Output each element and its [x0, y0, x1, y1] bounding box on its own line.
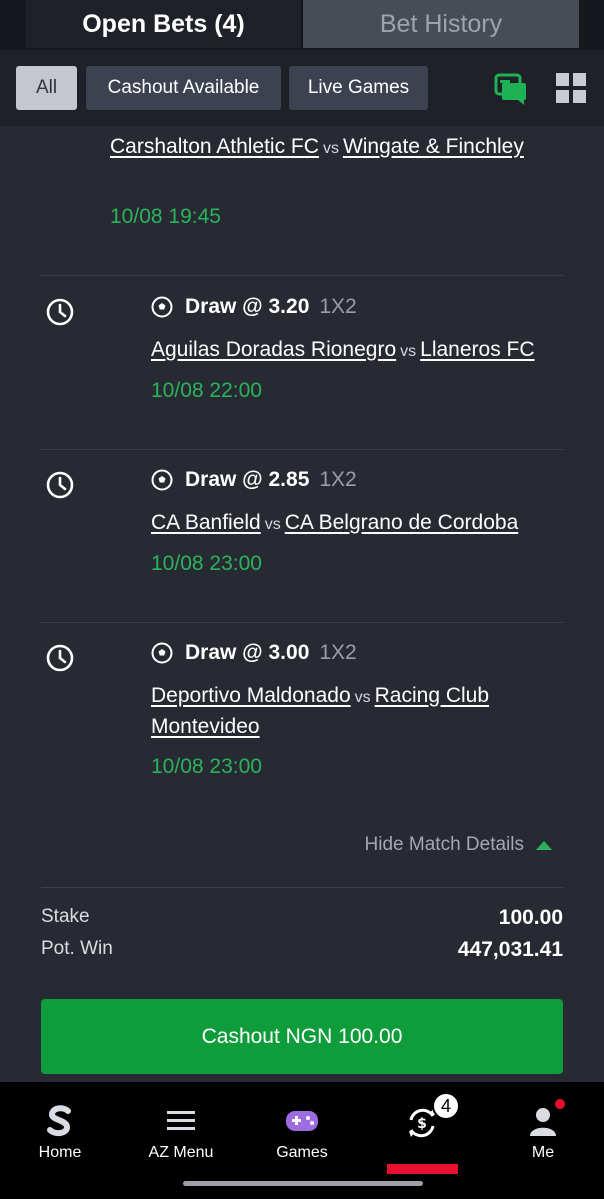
nav-me[interactable]: Me	[483, 1082, 603, 1182]
soccer-ball-icon	[151, 296, 173, 318]
nav-games-label: Games	[276, 1144, 328, 1161]
potential-win-row: Pot. Win 447,031.41	[41, 938, 563, 962]
market-label: 1X2	[319, 641, 357, 664]
bet-leg-list[interactable]: Carshalton Athletic FC vs Wingate & Finchl…	[0, 126, 604, 1082]
kickoff-time: 10/08 22:00	[151, 379, 262, 402]
cashout-button[interactable]: Cashout NGN 100.00	[41, 999, 563, 1074]
vs-label: vs	[322, 140, 339, 157]
market-label: 1X2	[319, 468, 357, 491]
filter-live-button[interactable]: Live Games	[289, 66, 428, 110]
home-team: Carshalton Athletic FC	[110, 135, 319, 158]
hamburger-menu-icon	[167, 1111, 195, 1130]
filter-cashout-button[interactable]: Cashout Available	[86, 66, 281, 110]
filter-bar: All Cashout Available Live Games	[0, 50, 604, 126]
caret-up-icon	[536, 840, 552, 850]
clock-icon	[46, 471, 74, 499]
vs-label: vs	[264, 516, 281, 533]
vs-label: vs	[400, 343, 417, 360]
active-tab-indicator	[387, 1164, 458, 1174]
nav-me-label: Me	[531, 1144, 555, 1161]
nav-az-menu[interactable]: AZ Menu	[121, 1082, 241, 1182]
svg-text:$: $	[417, 1116, 427, 1132]
vs-label: vs	[354, 689, 371, 706]
kickoff-time: 10/08 23:00	[151, 755, 262, 778]
stake-row: Stake 100.00	[41, 906, 563, 930]
user-icon	[530, 1108, 556, 1136]
clock-icon	[46, 644, 74, 672]
stake-label: Stake	[41, 906, 90, 927]
potential-win-value: 447,031.41	[457, 938, 563, 961]
selection-odds: Draw @ 2.85	[185, 468, 310, 491]
grid-view-icon[interactable]	[556, 73, 586, 103]
notification-dot	[555, 1099, 565, 1109]
potential-win-label: Pot. Win	[41, 938, 113, 959]
filter-all-button[interactable]: All	[16, 66, 77, 110]
match-name[interactable]: Deportivo Maldonado vs Racing Club Montevi…	[151, 681, 571, 741]
divider	[41, 622, 563, 623]
sportybet-logo-icon	[47, 1105, 71, 1137]
screen: Open Bets (4) Bet History All Cashout Av…	[0, 0, 604, 1199]
home-team: CA Banfield	[151, 511, 261, 534]
kickoff-time: 10/08 23:00	[151, 552, 262, 575]
selection-line: Draw @ 3.20 1X2	[151, 293, 357, 321]
tab-open-bets[interactable]: Open Bets (4)	[26, 0, 301, 48]
match-name[interactable]: Carshalton Athletic FC vs Wingate & Finchl…	[110, 132, 530, 163]
selection-line: Draw @ 3.00 1X2	[151, 639, 357, 667]
soccer-ball-icon	[151, 642, 173, 664]
divider	[41, 887, 563, 888]
nav-games[interactable]: Games	[242, 1082, 362, 1182]
kickoff-time: 10/08 19:45	[110, 205, 221, 228]
away-team: CA Belgrano de Cordoba	[284, 511, 519, 534]
chat-icon[interactable]	[494, 72, 528, 106]
home-team: Deportivo Maldonado	[151, 684, 351, 707]
match-name[interactable]: Aguilas Doradas Rionegro vs Llaneros FC	[151, 335, 571, 366]
match-name[interactable]: CA Banfield vs CA Belgrano de Cordoba	[151, 508, 571, 539]
tab-bet-history[interactable]: Bet History	[303, 0, 579, 48]
bet-tabs: Open Bets (4) Bet History	[0, 0, 604, 50]
away-team: Llaneros FC	[420, 338, 535, 361]
divider	[41, 275, 563, 276]
clock-icon	[46, 298, 74, 326]
open-bets-count-badge: 4	[432, 1092, 460, 1120]
selection-line: Draw @ 2.85 1X2	[151, 466, 357, 494]
away-team: Wingate & Finchley	[342, 135, 524, 158]
hide-details-label: Hide Match Details	[364, 834, 524, 855]
selection-odds: Draw @ 3.00	[185, 641, 310, 664]
soccer-ball-icon	[151, 469, 173, 491]
home-team: Aguilas Doradas Rionegro	[151, 338, 397, 361]
home-indicator[interactable]	[183, 1181, 423, 1186]
selection-odds: Draw @ 3.20	[185, 295, 310, 318]
stake-value: 100.00	[498, 906, 563, 929]
hide-match-details-toggle[interactable]: Hide Match Details	[365, 834, 552, 856]
divider	[41, 449, 563, 450]
nav-az-menu-label: AZ Menu	[148, 1144, 214, 1161]
gamepad-icon	[286, 1111, 318, 1131]
market-label: 1X2	[319, 295, 357, 318]
nav-home-label: Home	[38, 1144, 82, 1161]
nav-home[interactable]: Home	[0, 1082, 120, 1182]
